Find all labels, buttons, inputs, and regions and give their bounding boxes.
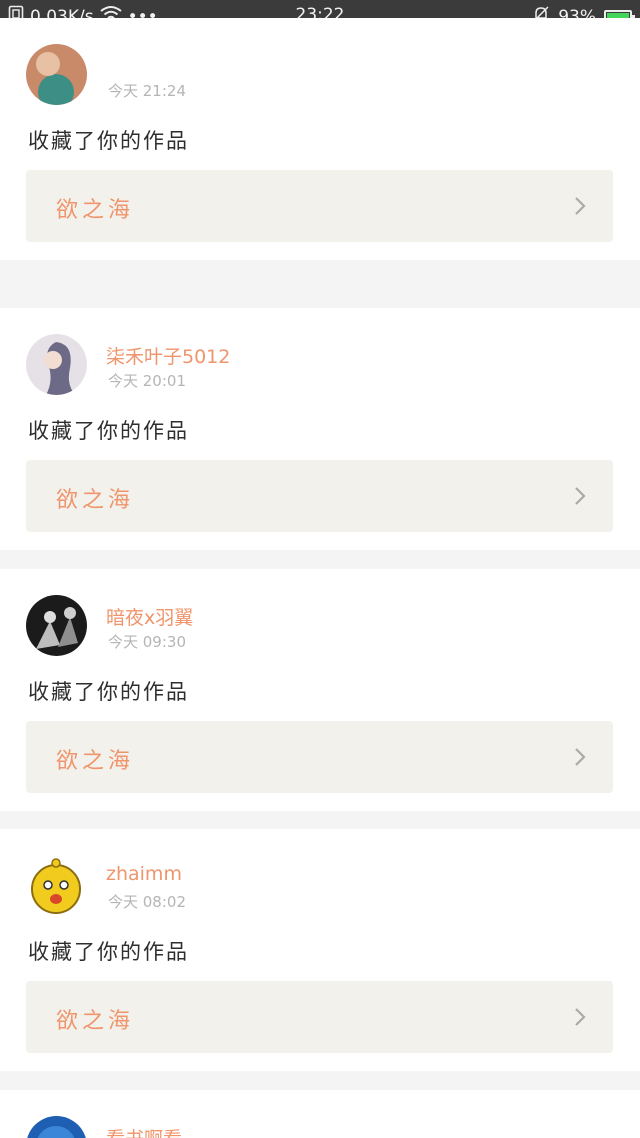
user-avatar[interactable] (26, 1116, 87, 1138)
user-avatar[interactable] (26, 44, 87, 105)
username[interactable]: 柒禾叶子5012 (106, 342, 230, 369)
message-card: zhaimm 今天 08:02 收藏了你的作品 欲之海 (0, 829, 640, 1071)
message-card: 今天 21:24 收藏了你的作品 欲之海 (0, 18, 640, 260)
chevron-right-icon (575, 1008, 586, 1026)
message-time: 今天 09:30 (108, 633, 186, 651)
work-title: 欲之海 (56, 749, 135, 774)
work-title: 欲之海 (56, 198, 135, 223)
message-time: 今天 20:01 (108, 372, 186, 390)
user-avatar[interactable] (26, 855, 87, 916)
message-card: 暗夜x羽翼 今天 09:30 收藏了你的作品 欲之海 (0, 569, 640, 811)
work-title: 欲之海 (56, 488, 135, 513)
message-card: 看书啊看 (0, 1090, 640, 1138)
message-action: 收藏了你的作品 (28, 419, 189, 443)
chevron-right-icon (575, 748, 586, 766)
username[interactable]: 暗夜x羽翼 (106, 603, 193, 630)
username[interactable]: zhaimm (106, 863, 182, 885)
work-link[interactable]: 欲之海 (26, 170, 613, 242)
chevron-right-icon (575, 197, 586, 215)
chevron-right-icon (575, 487, 586, 505)
work-link[interactable]: 欲之海 (26, 460, 613, 532)
user-avatar[interactable] (26, 595, 87, 656)
message-card: 柒禾叶子5012 今天 20:01 收藏了你的作品 欲之海 (0, 308, 640, 550)
message-action: 收藏了你的作品 (28, 129, 189, 153)
message-action: 收藏了你的作品 (28, 680, 189, 704)
work-link[interactable]: 欲之海 (26, 721, 613, 793)
message-time: 今天 21:24 (108, 82, 186, 100)
message-time: 今天 08:02 (108, 893, 186, 911)
work-link[interactable]: 欲之海 (26, 981, 613, 1053)
username[interactable]: 看书啊看 (106, 1124, 182, 1138)
user-avatar[interactable] (26, 334, 87, 395)
work-title: 欲之海 (56, 1009, 135, 1034)
message-action: 收藏了你的作品 (28, 940, 189, 964)
